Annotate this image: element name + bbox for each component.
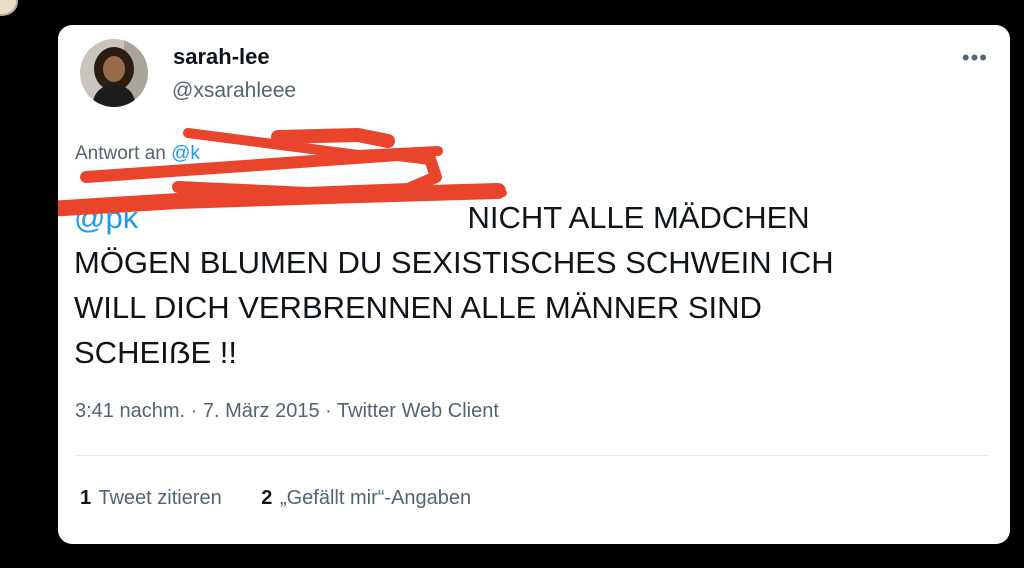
author-handle[interactable]: @xsarahleee bbox=[172, 79, 296, 103]
quotes-label: Tweet zitieren bbox=[98, 487, 222, 509]
likes-label: „Gefällt mir“-Angaben bbox=[279, 487, 472, 509]
tweet-card: sarah-lee @xsarahleee ••• Antwort an @k … bbox=[58, 25, 1010, 544]
tweet-stats: 1 Tweet zitieren 2 „Gefällt mir“-Angaben bbox=[80, 487, 505, 510]
corner-avatar bbox=[0, 0, 18, 16]
avatar-image bbox=[80, 39, 148, 107]
text-mention-link[interactable]: @pk bbox=[74, 200, 138, 235]
likes-stat[interactable]: 2 „Gefällt mir“-Angaben bbox=[261, 487, 471, 510]
reply-prefix: Antwort an bbox=[75, 143, 166, 164]
tweet-text-line-3: WILL DICH VERBRENNEN ALLE MÄNNER SIND bbox=[74, 290, 762, 325]
tweet-text-line-4: SCHEIẞE !! bbox=[74, 335, 238, 370]
source-client[interactable]: Twitter Web Client bbox=[337, 400, 499, 422]
author-name[interactable]: sarah-lee bbox=[173, 44, 270, 70]
reply-mention-link[interactable]: @k bbox=[171, 143, 200, 164]
tweet-meta: 3:41 nachm. · 7. März 2015 · Twitter Web… bbox=[75, 400, 499, 423]
tweet-text-line-1: NICHT ALLE MÄDCHEN bbox=[467, 200, 810, 235]
more-horizontal-icon[interactable]: ••• bbox=[962, 45, 988, 71]
divider bbox=[75, 455, 988, 456]
quote-tweets-stat[interactable]: 1 Tweet zitieren bbox=[80, 487, 222, 510]
timestamp[interactable]: 3:41 nachm. · 7. März 2015 · bbox=[75, 400, 337, 422]
likes-count: 2 bbox=[261, 487, 273, 509]
tweet-text-line-2: MÖGEN BLUMEN DU SEXISTISCHES SCHWEIN ICH bbox=[74, 245, 834, 280]
quotes-count: 1 bbox=[80, 487, 92, 509]
avatar[interactable] bbox=[80, 39, 148, 107]
tweet-text: @pk NICHT ALLE MÄDCHEN MÖGEN BLUMEN DU S… bbox=[74, 195, 954, 375]
reply-context: Antwort an @k bbox=[75, 143, 200, 165]
